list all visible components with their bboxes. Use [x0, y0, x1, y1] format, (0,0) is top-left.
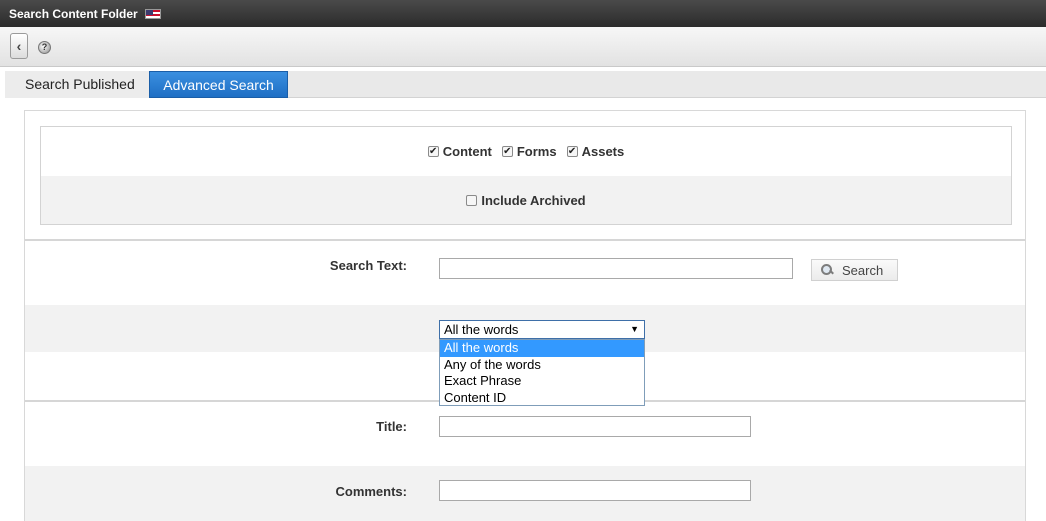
- window-titlebar: Search Content Folder: [0, 0, 1046, 27]
- search-button-label: Search: [842, 262, 884, 278]
- content-checkbox[interactable]: ✔ Content: [427, 144, 492, 159]
- us-flag-icon: [144, 8, 161, 19]
- search-text-input[interactable]: [439, 258, 793, 279]
- match-mode-selected: All the words: [444, 322, 519, 337]
- checkbox-checked-icon: ✔: [427, 146, 439, 157]
- option-all-the-words[interactable]: All the words: [440, 340, 644, 357]
- content-checkbox-label: Content: [442, 144, 492, 159]
- help-icon[interactable]: ?: [38, 41, 51, 54]
- window-title: Search Content Folder: [9, 6, 138, 21]
- title-input[interactable]: [439, 416, 751, 437]
- content-type-filter: ✔ Content ✔ Forms ✔ Assets Include Archi…: [40, 126, 1012, 225]
- search-button[interactable]: Search: [811, 259, 898, 281]
- title-label: Title:: [376, 419, 407, 434]
- assets-checkbox[interactable]: ✔ Assets: [566, 144, 625, 159]
- checkbox-checked-icon: ✔: [566, 146, 578, 157]
- include-archived-checkbox[interactable]: Include Archived: [466, 192, 586, 208]
- tab-strip: Search Published Advanced Search: [5, 71, 1046, 98]
- tab-advanced-search[interactable]: Advanced Search: [149, 71, 288, 98]
- option-exact-phrase[interactable]: Exact Phrase: [440, 373, 644, 390]
- assets-checkbox-label: Assets: [581, 144, 625, 159]
- option-any-of-the-words[interactable]: Any of the words: [440, 357, 644, 374]
- chevron-left-icon: ‹: [16, 38, 22, 54]
- dropdown-arrow-icon: ▼: [630, 324, 639, 334]
- advanced-search-panel: ✔ Content ✔ Forms ✔ Assets Include Archi…: [24, 110, 1026, 521]
- match-mode-select[interactable]: All the words ▼: [439, 320, 645, 339]
- comments-input[interactable]: [439, 480, 751, 501]
- option-content-id[interactable]: Content ID: [440, 390, 644, 407]
- comments-label: Comments:: [335, 484, 407, 499]
- forms-checkbox[interactable]: ✔ Forms: [501, 144, 557, 159]
- include-archived-label: Include Archived: [481, 192, 586, 208]
- checkbox-checked-icon: ✔: [501, 146, 513, 157]
- tab-search-published[interactable]: Search Published: [5, 71, 156, 98]
- archived-row: Include Archived: [41, 176, 1011, 224]
- search-text-label: Search Text:: [329, 258, 407, 273]
- toolbar: ‹ ?: [0, 27, 1046, 67]
- checkbox-unchecked-icon: [466, 194, 478, 206]
- content-type-row: ✔ Content ✔ Forms ✔ Assets: [41, 127, 1011, 176]
- forms-checkbox-label: Forms: [516, 144, 557, 159]
- search-icon: [821, 264, 833, 276]
- back-button[interactable]: ‹: [10, 33, 28, 59]
- match-mode-options: All the words Any of the words Exact Phr…: [439, 339, 645, 406]
